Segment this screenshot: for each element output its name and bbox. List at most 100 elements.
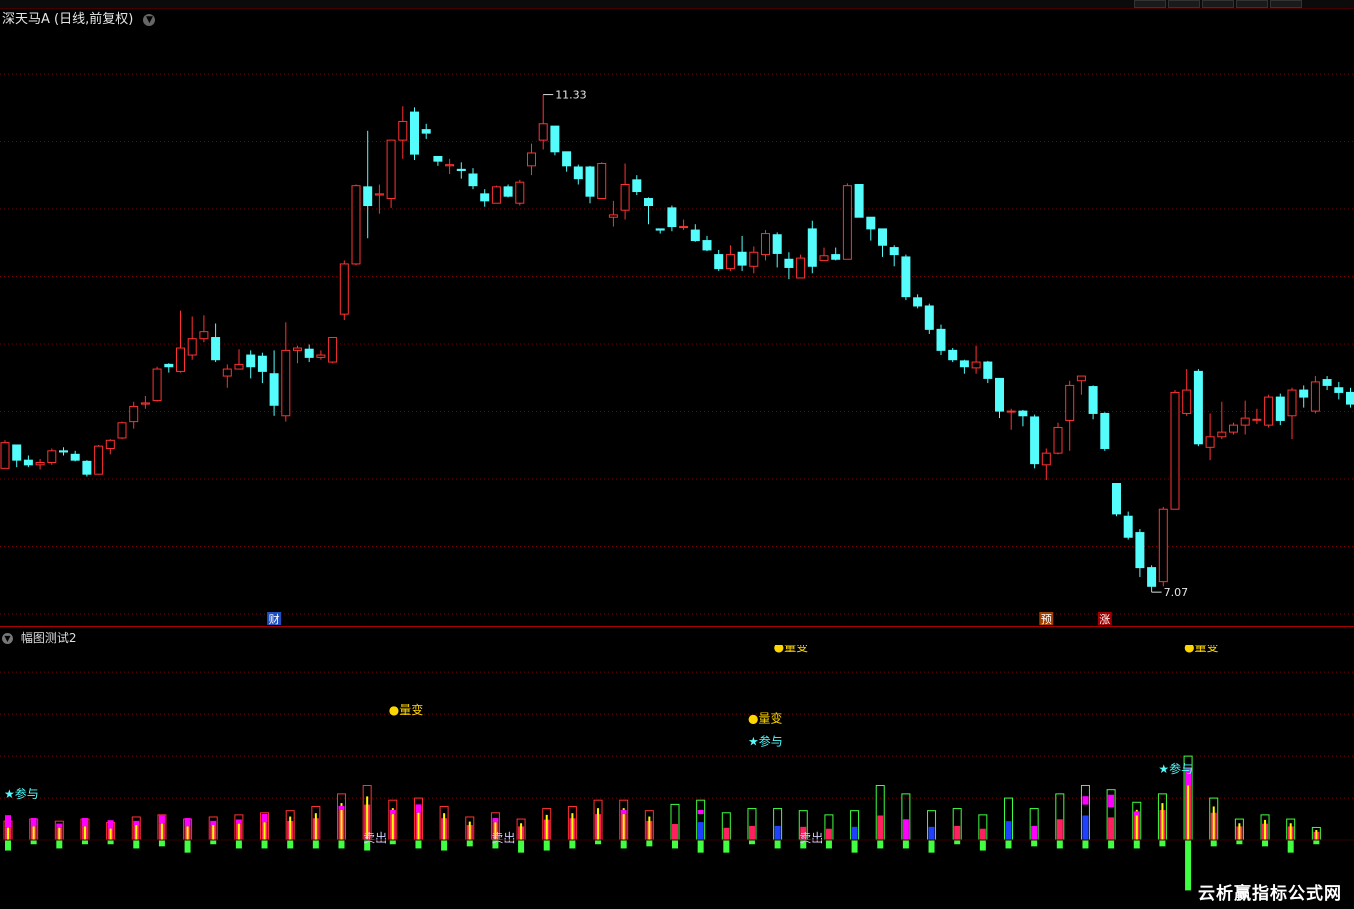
candle-body xyxy=(714,254,724,270)
negative-bar xyxy=(1005,840,1012,849)
candle-body xyxy=(176,347,185,372)
candle-body xyxy=(983,361,993,379)
signal-marker: ●量变 xyxy=(774,645,808,654)
chevron-down-icon[interactable]: ▼ xyxy=(2,633,13,644)
negative-bar xyxy=(1287,840,1294,853)
volume-core-bar xyxy=(648,816,651,841)
candle-body xyxy=(456,168,466,171)
negative-bar xyxy=(1108,840,1115,849)
signal-marker: 卖出 xyxy=(491,831,515,845)
price-chart[interactable]: 11.33 7.07 财 预 涨 xyxy=(0,24,1354,626)
candle-body xyxy=(1252,418,1262,421)
negative-bar xyxy=(1031,840,1038,847)
volume-accent-bar xyxy=(107,820,114,829)
negative-bar xyxy=(1056,840,1063,849)
candle-body xyxy=(1205,436,1215,448)
negative-bar xyxy=(30,840,37,845)
negative-bar xyxy=(287,840,294,849)
candle-body xyxy=(620,184,630,211)
toolbar-button[interactable] xyxy=(1168,0,1200,8)
indicator-chart[interactable]: ★参与●量变●量变●量变★参与●量变★参与★参与★参与卖出卖出卖出 xyxy=(0,645,1354,909)
pane-divider[interactable] xyxy=(0,626,1354,627)
negative-bar xyxy=(646,840,653,847)
candle-body xyxy=(1100,412,1110,449)
candle-body xyxy=(667,207,677,228)
candle-body xyxy=(1076,375,1086,382)
toolbar-button[interactable] xyxy=(1202,0,1234,8)
volume-accent-bar xyxy=(697,809,704,815)
candle-body xyxy=(129,405,139,423)
candle-body xyxy=(1310,381,1320,412)
toolbar-button[interactable] xyxy=(1270,0,1302,8)
candle-body xyxy=(597,162,607,200)
volume-accent-bar xyxy=(1082,796,1089,805)
candle-body xyxy=(1322,379,1332,386)
volume-accent-bar xyxy=(389,809,396,815)
negative-bar xyxy=(389,840,396,845)
candle-body xyxy=(889,247,899,256)
candle-body xyxy=(702,240,712,251)
volume-core-bar xyxy=(1238,823,1241,841)
negative-bar xyxy=(748,840,755,845)
candle-body xyxy=(105,439,115,449)
volume-core-bar xyxy=(571,813,574,841)
volume-fill-bar xyxy=(825,828,832,841)
toolbar-button[interactable] xyxy=(1134,0,1166,8)
candle-body xyxy=(1170,391,1180,510)
candle-body xyxy=(1123,515,1133,538)
candle-body xyxy=(655,228,665,231)
candle-body xyxy=(784,258,794,268)
candle-body xyxy=(117,422,127,439)
candle-body xyxy=(866,216,876,230)
candle-body xyxy=(1299,389,1309,398)
candle-body xyxy=(421,129,431,134)
volume-fill-bar xyxy=(1056,819,1063,841)
candle-body xyxy=(398,120,408,141)
candle-body xyxy=(1229,424,1238,433)
negative-bar xyxy=(928,840,935,853)
candle-body xyxy=(433,155,443,162)
candle-body xyxy=(1147,567,1157,587)
candle-body xyxy=(515,181,525,204)
event-label: 财 xyxy=(269,612,280,626)
event-label: 涨 xyxy=(1099,613,1110,626)
volume-accent-bar xyxy=(5,815,11,828)
candle-body xyxy=(854,184,864,218)
candle-body xyxy=(749,251,759,267)
volume-core-bar xyxy=(468,821,471,841)
candle-body xyxy=(82,460,92,475)
candle-body xyxy=(1193,370,1203,445)
volume-core-bar xyxy=(520,823,523,841)
volume-accent-bar xyxy=(81,818,88,827)
candle-body xyxy=(995,377,1004,412)
negative-bar xyxy=(1082,840,1089,849)
candle-body xyxy=(304,348,314,358)
volume-accent-bar xyxy=(261,813,268,823)
candle-body xyxy=(293,347,302,351)
toolbar-button[interactable] xyxy=(1236,0,1268,8)
volume-fill-bar xyxy=(1031,825,1038,841)
volume-fill-bar xyxy=(1082,815,1089,841)
candle-body xyxy=(480,193,490,202)
candle-body xyxy=(222,368,232,377)
negative-bar xyxy=(595,840,602,845)
signal-marker: ★参与 xyxy=(4,786,39,801)
volume-core-bar xyxy=(314,813,317,841)
signal-marker: ●量变 xyxy=(748,711,782,726)
negative-bar xyxy=(5,840,11,851)
indicator-name: 幅图测试2 xyxy=(20,631,77,645)
candle-body xyxy=(468,173,478,187)
candle-body xyxy=(971,361,981,369)
negative-bar xyxy=(620,840,627,849)
negative-bar xyxy=(1210,840,1217,847)
volume-fill-bar xyxy=(851,826,858,841)
negative-bar xyxy=(1262,840,1269,847)
candle-body xyxy=(59,450,68,453)
low-price-label: 7.07 xyxy=(1164,586,1189,599)
candle-body xyxy=(807,228,817,267)
volume-core-bar xyxy=(1161,803,1164,841)
candle-body xyxy=(1182,389,1192,414)
negative-bar xyxy=(338,840,345,849)
negative-bar xyxy=(902,840,909,849)
candle-body xyxy=(585,166,595,197)
